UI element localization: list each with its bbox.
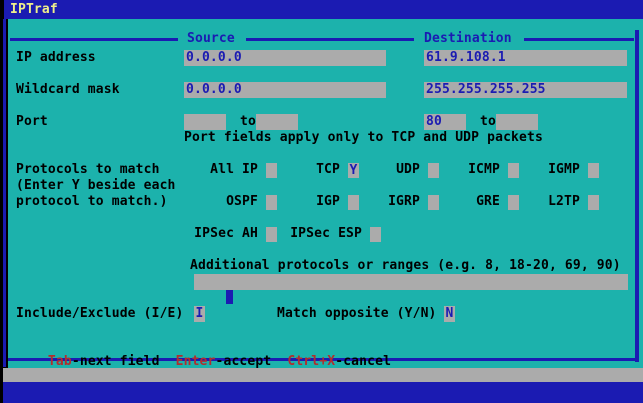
protocol-checkbox-igmp[interactable]: [588, 163, 599, 178]
source-port-to-label: to: [240, 114, 256, 130]
source-header: Source: [187, 31, 235, 47]
help-enter: Enter-accept: [176, 354, 272, 369]
header-rule-left: [10, 38, 178, 41]
header-rule-right: [524, 38, 634, 41]
destination-port-from-field[interactable]: 80: [424, 114, 466, 130]
additional-protocols-field[interactable]: [194, 274, 628, 290]
status-bar: Up/Down-move ptrI-insertA-add to listD-d…: [3, 382, 643, 403]
help-enter-key: Enter: [176, 354, 216, 369]
protocols-hint-line2: (Enter Y beside each: [16, 178, 176, 194]
header-rule-middle: [246, 38, 414, 41]
help-tab-key: Tab: [48, 354, 72, 369]
destination-header: Destination: [424, 31, 512, 47]
help-tab-desc: -next field: [72, 354, 160, 369]
match-opposite-field[interactable]: N: [444, 306, 455, 322]
protocols-hint-line3: protocol to match.): [16, 194, 168, 210]
title-bar: IPTraf: [4, 0, 643, 19]
destination-ip-field[interactable]: 61.9.108.1: [424, 50, 627, 66]
include-exclude-field[interactable]: I: [194, 306, 205, 322]
help-ctrlx-desc: -cancel: [335, 354, 391, 369]
protocols-hint-line1: Protocols to match: [16, 162, 160, 178]
window-title: IPTraf: [10, 2, 58, 17]
source-mask-field[interactable]: 0.0.0.0: [184, 82, 386, 98]
ip-address-label: IP address: [16, 50, 96, 66]
text-cursor: [226, 290, 233, 304]
source-port-to-field[interactable]: [256, 114, 298, 130]
destination-port-to-field[interactable]: [496, 114, 538, 130]
source-ip-field[interactable]: 0.0.0.0: [184, 50, 386, 66]
match-opposite-label: Match opposite (Y/N): [277, 306, 437, 322]
dialog-right-border: [635, 30, 639, 362]
dialog-help-line: Tab-next fieldEnter-acceptCtrl+X-cancel: [16, 338, 407, 354]
destination-port-to-label: to: [480, 114, 496, 130]
destination-mask-field[interactable]: 255.255.255.255: [424, 82, 627, 98]
protocol-checkbox-ipsec-esp[interactable]: [370, 227, 381, 242]
help-tab: Tab-next field: [48, 354, 160, 369]
protocol-label-l2tp: L2TP: [472, 194, 580, 210]
include-exclude-label: Include/Exclude (I/E): [16, 306, 184, 322]
wildcard-mask-label: Wildcard mask: [16, 82, 120, 98]
iptraf-screen: IPTraf Source Destination IP address 0.0…: [0, 0, 643, 403]
protocol-label-ipsec-esp: IPSec ESP: [254, 226, 362, 242]
protocol-label-igmp: IGMP: [472, 162, 580, 178]
additional-protocols-label: Additional protocols or ranges (e.g. 8, …: [190, 258, 621, 274]
help-ctrlx-key: Ctrl+X: [287, 354, 335, 369]
background-strip: [3, 368, 643, 382]
port-note: Port fields apply only to TCP and UDP pa…: [184, 130, 543, 146]
help-enter-desc: -accept: [216, 354, 272, 369]
dialog-left-border-shadow: [6, 19, 8, 367]
source-port-from-field[interactable]: [184, 114, 226, 130]
help-ctrlx: Ctrl+X-cancel: [287, 354, 391, 369]
protocol-checkbox-l2tp[interactable]: [588, 195, 599, 210]
protocol-label-ipsec-ah: IPSec AH: [150, 226, 258, 242]
port-label: Port: [16, 114, 48, 130]
